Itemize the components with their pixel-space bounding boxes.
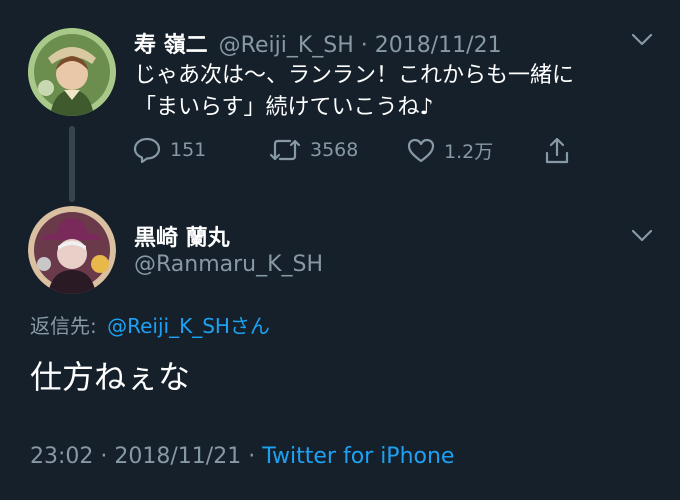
like-icon (406, 136, 436, 164)
tweet-1-header: 寿 嶺二 @Reiji_K_SH · 2018/11/21 (134, 27, 502, 59)
thread-connector (69, 126, 75, 202)
share-icon (542, 136, 572, 166)
separator-dot: · (100, 444, 108, 469)
author-name[interactable]: 寿 嶺二 (134, 33, 208, 58)
tweet-1-text: じゃあ次は〜、ランラン！これからも一緒に 「まいらす」続けていこうね♪ (134, 60, 574, 124)
reply-to-link[interactable]: @Reiji_K_SHさん (107, 314, 270, 338)
chevron-down-icon[interactable] (630, 32, 654, 48)
separator-dot: · (248, 444, 256, 469)
tweet-date[interactable]: 2018/11/21 (114, 444, 241, 469)
like-action[interactable]: 1.2万 (406, 136, 493, 164)
tweet-2: 黒崎 蘭丸 @Ranmaru_K_SH 返信先: @Reiji_K_SHさん 仕… (0, 196, 680, 500)
retweet-action[interactable]: 3568 (268, 136, 358, 164)
tweet-2-text: 仕方ねぇな (30, 358, 191, 396)
retweet-icon (268, 136, 302, 164)
tweet-date[interactable]: 2018/11/21 (375, 33, 502, 58)
tweet-meta: 23:02 · 2018/11/21 · Twitter for iPhone (30, 444, 454, 469)
author-handle[interactable]: @Ranmaru_K_SH (134, 252, 323, 277)
tweet-1: 寿 嶺二 @Reiji_K_SH · 2018/11/21 じゃあ次は〜、ランラ… (0, 0, 680, 202)
author-handle[interactable]: @Reiji_K_SH (219, 33, 354, 58)
avatar-image (28, 28, 116, 116)
reply-count: 151 (170, 139, 207, 161)
tweet-text-line-1: じゃあ次は〜、ランラン！これからも一緒に (134, 63, 575, 88)
client-link[interactable]: Twitter for iPhone (262, 444, 454, 469)
separator-dot: · (360, 33, 368, 58)
reply-prefix: 返信先: (30, 314, 97, 338)
share-action[interactable] (542, 136, 572, 166)
avatar-reiji[interactable] (28, 28, 116, 116)
tweet-time[interactable]: 23:02 (30, 444, 93, 469)
chevron-down-icon[interactable] (630, 228, 654, 244)
avatar-image (28, 206, 116, 294)
reply-action[interactable]: 151 (132, 136, 206, 164)
like-count: 1.2万 (444, 140, 494, 163)
reply-icon (132, 136, 162, 164)
tweet-text-line-2: 「まいらす」続けていこうね♪ (134, 95, 434, 120)
author-name[interactable]: 黒崎 蘭丸 (134, 220, 230, 252)
retweet-count: 3568 (310, 139, 359, 161)
avatar-ranmaru[interactable] (28, 206, 116, 294)
reply-context: 返信先: @Reiji_K_SHさん (30, 310, 270, 339)
